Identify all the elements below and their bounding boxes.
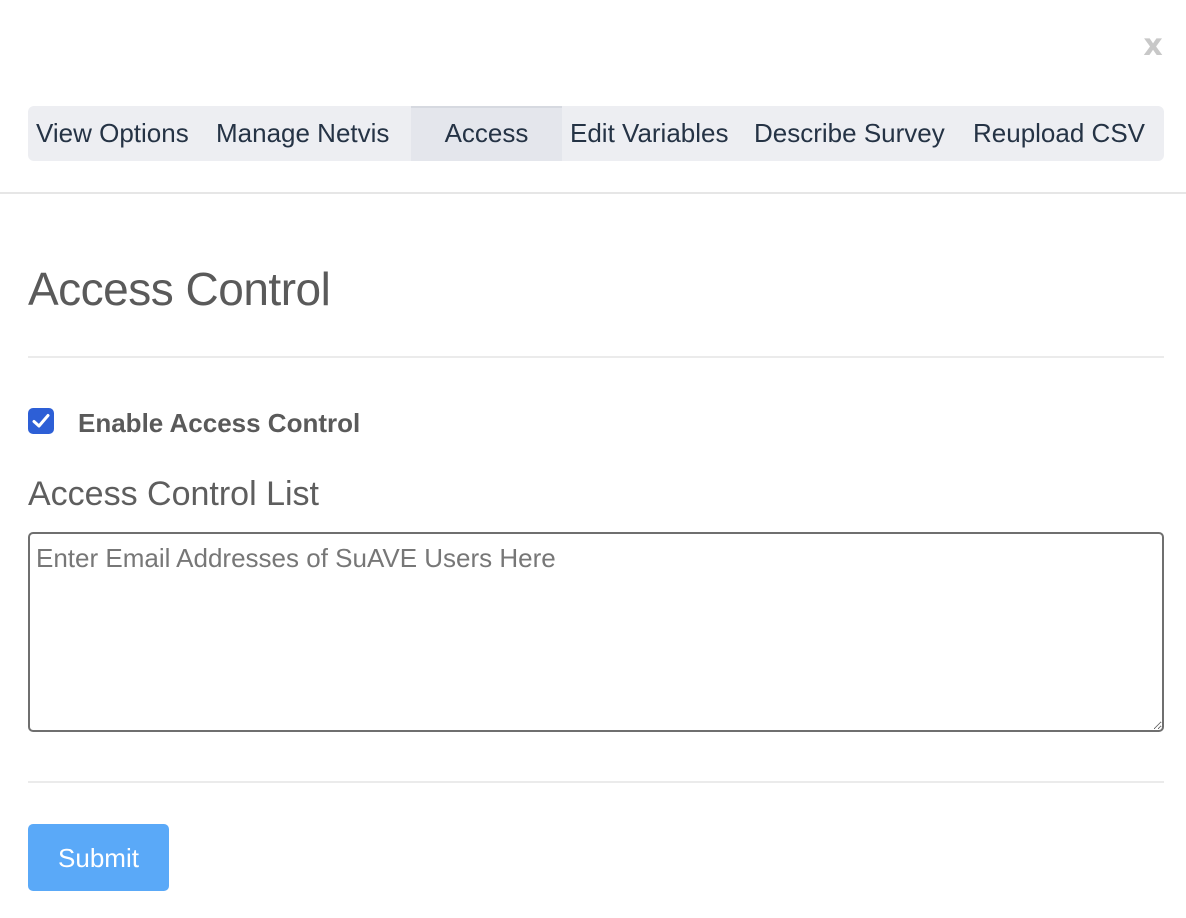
tab-reupload-csv[interactable]: Reupload CSV — [973, 106, 1145, 161]
form-divider — [28, 781, 1164, 783]
tab-view-options[interactable]: View Options — [36, 106, 189, 161]
submit-button[interactable]: Submit — [28, 824, 169, 891]
tab-manage-netvis[interactable]: Manage Netvis — [216, 106, 389, 161]
tab-access[interactable]: Access — [411, 106, 562, 161]
access-control-list-label: Access Control List — [28, 475, 319, 513]
enable-access-control-checkbox[interactable] — [28, 408, 54, 434]
page-title: Access Control — [28, 263, 331, 315]
enable-access-control-label[interactable]: Enable Access Control — [78, 405, 360, 441]
access-control-list-input[interactable] — [28, 532, 1164, 732]
title-divider — [28, 356, 1164, 358]
close-icon[interactable]: x — [1143, 28, 1162, 63]
tab-edit-variables[interactable]: Edit Variables — [570, 106, 729, 161]
check-icon — [32, 414, 50, 428]
access-settings-dialog: x View Options Manage Netvis Access Edit… — [0, 0, 1186, 918]
header-divider — [0, 192, 1186, 194]
tab-describe-survey[interactable]: Describe Survey — [754, 106, 945, 161]
close-button[interactable]: x — [1138, 28, 1168, 64]
tab-bar: View Options Manage Netvis Access Edit V… — [28, 106, 1164, 161]
